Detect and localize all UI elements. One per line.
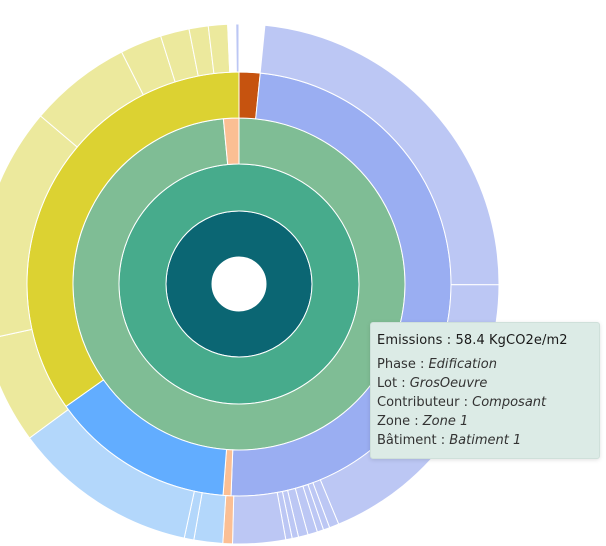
tooltip-row-value: Edification: [428, 357, 497, 372]
tooltip-row-value: Zone 1: [422, 414, 469, 429]
tooltip-row-label: Bâtiment :: [377, 433, 446, 448]
tooltip-row-label: Zone :: [377, 414, 419, 429]
tooltip-row-contributeur: Contributeur : Composant: [377, 393, 593, 412]
sunburst-center: [213, 258, 265, 310]
sunburst-segment[interactable]: [231, 491, 287, 545]
tooltip-row-zone: Zone : Zone 1: [377, 412, 593, 431]
tooltip-row-phase: Phase : Edification: [377, 355, 593, 374]
tooltip-row-label: Contributeur :: [377, 395, 469, 410]
tooltip-row-value: Batiment 1: [449, 433, 522, 448]
tooltip-title: Emissions : 58.4 KgCO2e/m2: [377, 333, 593, 348]
tooltip-title-value: 58.4 KgCO2e/m2: [455, 333, 568, 348]
tooltip: Emissions : 58.4 KgCO2e/m2 Phase : Edifi…: [370, 322, 600, 459]
tooltip-row-label: Phase :: [377, 357, 425, 372]
tooltip-row-value: GrosOeuvre: [409, 376, 488, 391]
sunburst-segment[interactable]: [227, 23, 237, 73]
tooltip-row-batiment: Bâtiment : Batiment 1: [377, 431, 593, 450]
sunburst-segment[interactable]: [235, 23, 240, 73]
tooltip-title-label: Emissions :: [377, 333, 452, 348]
tooltip-row-label: Lot :: [377, 376, 406, 391]
sunburst-chart: [0, 23, 500, 545]
tooltip-row-lot: Lot : GrosOeuvre: [377, 374, 593, 393]
tooltip-row-value: Composant: [472, 395, 547, 410]
